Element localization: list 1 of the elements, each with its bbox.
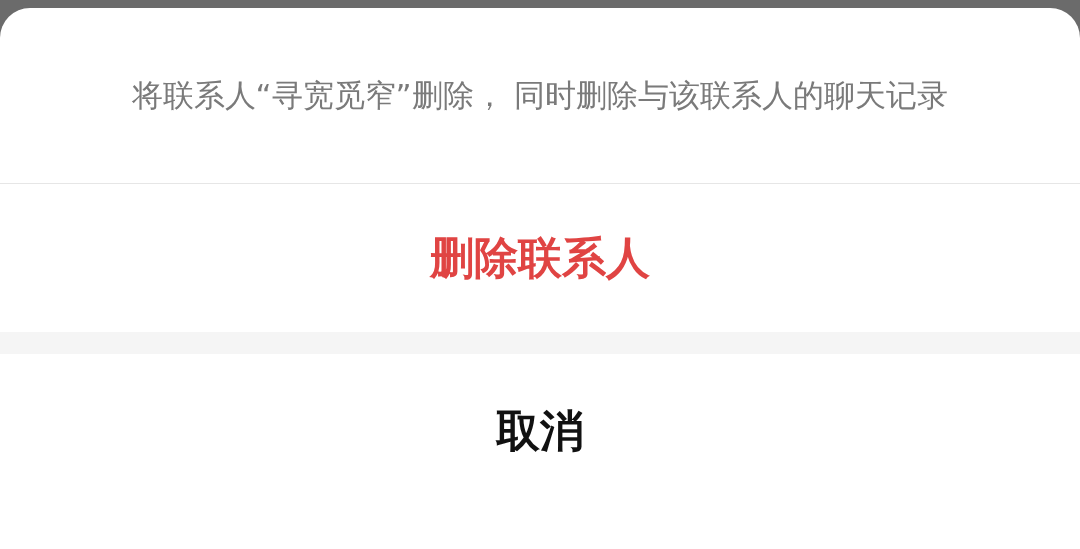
confirm-message: 将联系人“寻宽觅窄”删除， 同时删除与该联系人的聊天记录 bbox=[131, 76, 949, 116]
